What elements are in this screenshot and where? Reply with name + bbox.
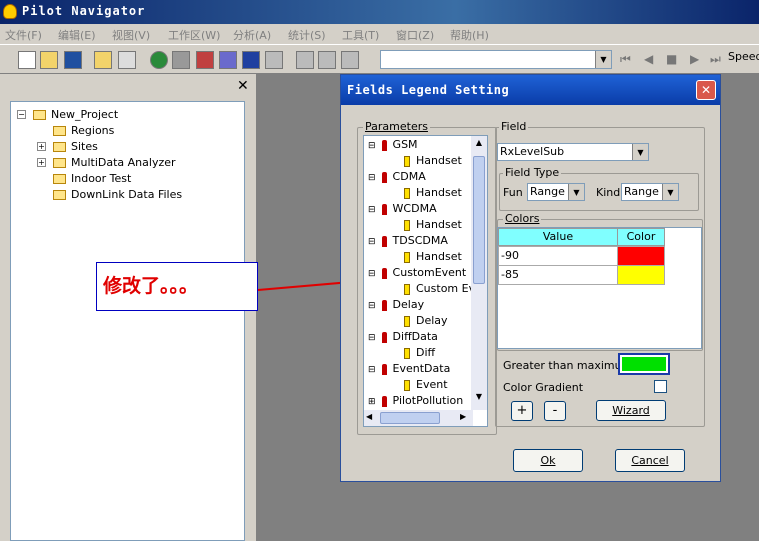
kind-select[interactable]: Range ▼ <box>621 183 679 201</box>
param-wcdma-handset[interactable]: Handset <box>404 218 462 231</box>
field-icon <box>404 347 410 359</box>
color-column-header: Color <box>617 228 665 246</box>
param-gsm-handset[interactable]: Handset <box>404 154 462 167</box>
parameter-icon <box>381 235 387 247</box>
field-icon <box>404 187 410 199</box>
parameters-label: Parameters <box>363 120 430 133</box>
param-cdma-handset[interactable]: Handset <box>404 186 462 199</box>
row-value-cell[interactable]: -90 <box>498 246 618 266</box>
parameter-icon <box>381 331 387 343</box>
param-event-field[interactable]: Event <box>404 378 448 391</box>
color-gradient-label: Color Gradient <box>503 381 584 394</box>
field-type-label: Field Type <box>503 166 562 179</box>
field-select[interactable]: RxLevelSub ▼ <box>497 143 649 161</box>
param-delay-field[interactable]: Delay <box>404 314 448 327</box>
scroll-up-icon[interactable]: ▲ <box>473 138 485 152</box>
parameter-icon <box>381 395 387 407</box>
scroll-left-icon[interactable]: ◀ <box>366 412 372 421</box>
param-cdma[interactable]: ⊟ CDMA <box>368 170 426 183</box>
field-icon <box>404 251 410 263</box>
cancel-button[interactable]: Cancel <box>615 449 685 472</box>
param-diffdata[interactable]: ⊟ DiffData <box>368 330 438 343</box>
color-gradient-checkbox[interactable] <box>654 380 667 393</box>
row-value-cell[interactable]: -85 <box>498 265 618 285</box>
remove-row-button[interactable]: - <box>544 401 566 421</box>
params-horizontal-scrollbar[interactable]: ◀ ▶ <box>364 410 473 426</box>
colors-label: Colors <box>503 212 542 225</box>
parameter-icon <box>381 363 387 375</box>
param-tdscdma[interactable]: ⊟ TDSCDMA <box>368 234 448 247</box>
param-tdscdma-handset[interactable]: Handset <box>404 250 462 263</box>
param-customevent[interactable]: ⊟ CustomEvent <box>368 266 466 279</box>
parameter-icon <box>381 267 387 279</box>
greater-than-max-label: Greater than maximum: <box>503 359 637 372</box>
add-row-button[interactable]: + <box>511 401 533 421</box>
parameter-icon <box>381 299 387 311</box>
field-icon <box>404 283 410 295</box>
chevron-down-icon[interactable]: ▼ <box>568 184 584 200</box>
parameter-icon <box>381 171 387 183</box>
param-custom-event-field[interactable]: Custom Ev <box>404 282 475 295</box>
param-delay[interactable]: ⊟ Delay <box>368 298 424 311</box>
fields-legend-dialog: Fields Legend Setting ✕ Parameters ⊟ GSM … <box>340 74 721 482</box>
dialog-title: Fields Legend Setting <box>347 83 510 97</box>
param-wcdma[interactable]: ⊟ WCDMA <box>368 202 437 215</box>
field-icon <box>404 315 410 327</box>
ok-button[interactable]: Ok <box>513 449 583 472</box>
fun-label: Fun <box>503 186 523 199</box>
chevron-down-icon[interactable]: ▼ <box>662 184 678 200</box>
params-vertical-scrollbar[interactable]: ▲ ▼ <box>471 136 487 410</box>
scroll-down-icon[interactable]: ▼ <box>473 392 485 406</box>
colors-table: Value Color -90 -85 <box>497 227 702 349</box>
field-label: Field <box>499 120 529 133</box>
field-icon <box>404 219 410 231</box>
param-pilotpollution[interactable]: ⊞ PilotPollution <box>368 394 463 407</box>
value-column-header: Value <box>498 228 618 246</box>
parameter-icon <box>381 203 387 215</box>
parameters-tree: ⊟ GSM Handset ⊟ CDMA Handset ⊟ WCDMA Handse… <box>363 135 488 427</box>
scroll-right-icon[interactable]: ▶ <box>460 412 466 421</box>
h-scroll-thumb[interactable] <box>380 412 440 424</box>
chevron-down-icon[interactable]: ▼ <box>632 144 648 160</box>
wizard-button[interactable]: Wizard <box>596 400 666 421</box>
row-color-cell[interactable] <box>617 246 665 266</box>
dialog-title-bar: Fields Legend Setting <box>341 75 720 105</box>
row-color-cell[interactable] <box>617 265 665 285</box>
fun-select[interactable]: Range ▼ <box>527 183 585 201</box>
greater-color-swatch[interactable] <box>618 353 670 375</box>
param-eventdata[interactable]: ⊟ EventData <box>368 362 450 375</box>
param-gsm[interactable]: ⊟ GSM <box>368 138 418 151</box>
field-icon <box>404 379 410 391</box>
parameter-icon <box>381 139 387 151</box>
field-icon <box>404 155 410 167</box>
param-diff-field[interactable]: Diff <box>404 346 435 359</box>
kind-label: Kind <box>596 186 621 199</box>
dialog-close-icon[interactable]: ✕ <box>696 80 716 100</box>
scroll-thumb[interactable] <box>473 156 485 284</box>
